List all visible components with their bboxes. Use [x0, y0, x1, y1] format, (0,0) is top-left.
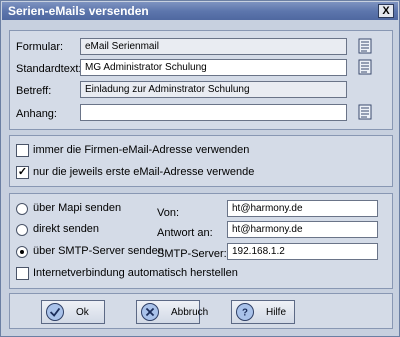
standardtext-picker-icon[interactable] — [358, 59, 372, 75]
ok-label: Ok — [76, 307, 89, 318]
von-label: Von: — [157, 207, 180, 219]
internet-checkbox[interactable] — [16, 267, 29, 280]
window-title: Serien-eMails versenden — [8, 4, 149, 18]
mapi-radio[interactable] — [16, 203, 28, 215]
close-button[interactable]: X — [378, 4, 394, 18]
cancel-x-icon — [141, 303, 159, 321]
antwort-field[interactable]: ht@harmony.de — [227, 221, 378, 238]
direkt-label: direkt senden — [33, 223, 100, 235]
ok-button[interactable]: Ok — [41, 300, 105, 324]
formular-label: Formular: — [16, 41, 64, 53]
betreff-label: Betreff: — [16, 85, 52, 97]
smtp-label: über SMTP-Server senden — [33, 245, 164, 257]
address-options-panel — [9, 135, 393, 187]
title-bar[interactable]: Serien-eMails versenden X — [2, 2, 398, 20]
erste-checkbox[interactable]: ✓ — [16, 166, 29, 179]
erste-label: nur die jeweils erste eMail-Adresse verw… — [33, 166, 255, 178]
dialog-window: Serien-eMails versenden X Formular: eMai… — [0, 0, 400, 337]
betreff-field[interactable]: Einladung zur Adminstrator Schulung — [80, 81, 347, 98]
hilfe-label: Hilfe — [266, 307, 287, 318]
internet-label: Internetverbindung automatisch herstelle… — [33, 267, 238, 279]
mapi-label: über Mapi senden — [33, 202, 122, 214]
help-icon: ? — [236, 303, 254, 321]
formular-picker-icon[interactable] — [358, 38, 372, 54]
firmen-checkbox[interactable] — [16, 144, 29, 157]
smtp-server-field[interactable]: 192.168.1.2 — [227, 243, 378, 260]
standardtext-label: Standardtext: — [16, 63, 82, 75]
firmen-label: immer die Firmen-eMail-Adresse verwenden — [33, 144, 250, 156]
antwort-label: Antwort an: — [157, 227, 213, 239]
direkt-radio[interactable] — [16, 224, 28, 236]
smtp-radio[interactable] — [16, 246, 28, 258]
svg-text:?: ? — [242, 308, 248, 319]
standardtext-field[interactable]: MG Administrator Schulung — [80, 59, 347, 76]
anhang-label: Anhang: — [16, 108, 57, 120]
abbruch-label: Abbruch — [171, 307, 209, 318]
formular-field[interactable]: eMail Serienmail — [80, 38, 347, 55]
von-field[interactable]: ht@harmony.de — [227, 200, 378, 217]
hilfe-button[interactable]: ? Hilfe — [231, 300, 295, 324]
check-icon — [46, 303, 64, 321]
smtp-server-label: SMTP-Server: — [157, 248, 227, 260]
anhang-picker-icon[interactable] — [358, 104, 372, 120]
abbruch-button[interactable]: Abbruch — [136, 300, 208, 324]
anhang-field[interactable] — [80, 104, 347, 121]
